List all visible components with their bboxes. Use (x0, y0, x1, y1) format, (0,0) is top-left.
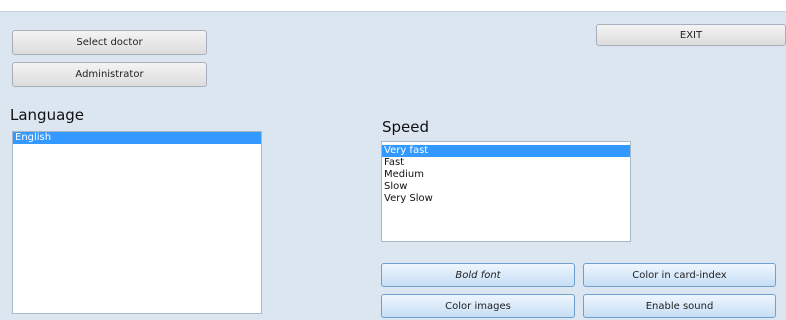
speed-listbox[interactable]: Very fast Fast Medium Slow Very Slow (381, 141, 631, 242)
window-top-border (0, 0, 786, 12)
color-in-card-index-button[interactable]: Color in card-index (583, 263, 776, 287)
language-item-english[interactable]: English (13, 132, 261, 144)
speed-item-medium[interactable]: Medium (382, 169, 630, 181)
bold-font-button[interactable]: Bold font (381, 263, 575, 287)
enable-sound-button[interactable]: Enable sound (583, 294, 776, 318)
color-images-button[interactable]: Color images (381, 294, 575, 318)
speed-label: Speed (382, 118, 430, 136)
select-doctor-button[interactable]: Select doctor (12, 30, 207, 55)
speed-item-very-fast[interactable]: Very fast (382, 145, 630, 157)
speed-item-fast[interactable]: Fast (382, 157, 630, 169)
language-label: Language (10, 106, 85, 124)
language-listbox[interactable]: English (12, 131, 262, 314)
exit-button[interactable]: EXIT (596, 24, 786, 46)
speed-item-slow[interactable]: Slow (382, 181, 630, 193)
speed-item-very-slow[interactable]: Very Slow (382, 193, 630, 205)
administrator-button[interactable]: Administrator (12, 62, 207, 87)
